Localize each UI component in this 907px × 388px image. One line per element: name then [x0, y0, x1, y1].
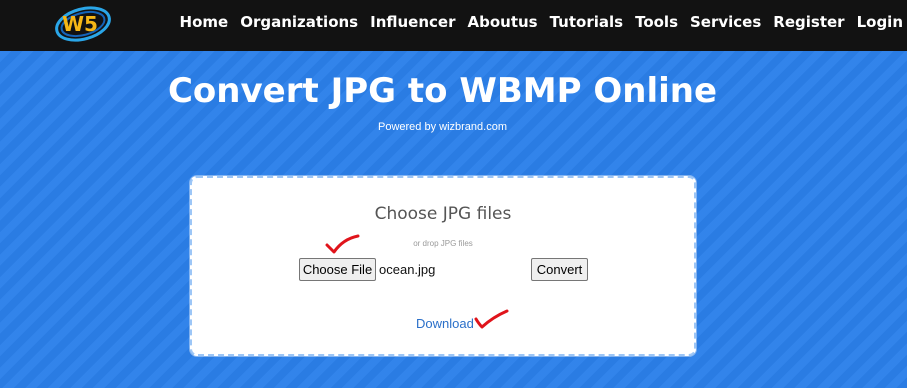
logo-icon: W5 [55, 6, 111, 42]
wizbrand-logo[interactable]: W5 [52, 2, 114, 44]
nav-register[interactable]: Register [767, 13, 850, 31]
red-checkmark-icon [474, 309, 510, 331]
main-nav: Home Organizations Influencer Aboutus Tu… [174, 0, 905, 44]
nav-services[interactable]: Services [684, 13, 767, 31]
powered-by-text: Powered by wizbrand.com [377, 121, 507, 133]
nav-organizations[interactable]: Organizations [234, 13, 364, 31]
upload-dropzone[interactable]: Choose JPG files or drop JPG files Choos… [190, 176, 696, 356]
nav-home[interactable]: Home [174, 13, 235, 31]
choose-file-button[interactable]: Choose File [299, 258, 376, 281]
selected-file-name: ocean.jpg [379, 262, 436, 277]
nav-influencer[interactable]: Influencer [364, 13, 461, 31]
page-title: Convert JPG to WBMP Online [167, 71, 718, 111]
drop-hint-text: or drop JPG files [413, 239, 473, 248]
nav-aboutus[interactable]: Aboutus [461, 13, 543, 31]
download-link[interactable]: Download [416, 316, 474, 331]
nav-tutorials[interactable]: Tutorials [544, 13, 629, 31]
nav-tools[interactable]: Tools [629, 13, 684, 31]
logo-text: W5 [62, 12, 98, 36]
convert-button[interactable]: Convert [531, 258, 588, 281]
nav-login[interactable]: Login [851, 13, 905, 31]
red-checkmark-icon [325, 233, 361, 255]
top-navbar: W5 Home Organizations Influencer Aboutus… [0, 0, 907, 51]
choose-files-heading: Choose JPG files [374, 204, 512, 224]
